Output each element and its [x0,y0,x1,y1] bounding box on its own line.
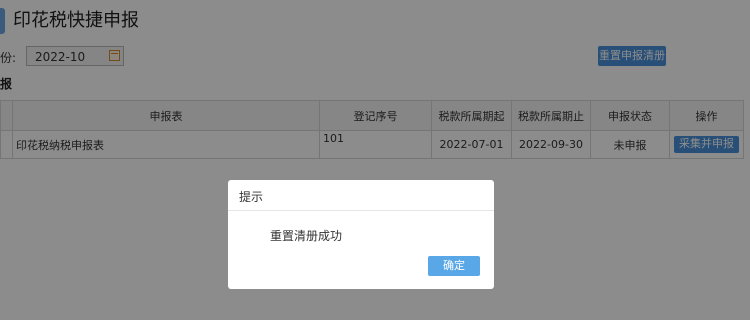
dialog-message: 重置清册成功 [270,229,343,243]
confirm-button[interactable]: 确定 [428,256,480,276]
alert-dialog: 提示 重置清册成功 确定 [228,180,494,289]
dialog-header: 提示 [228,180,494,211]
dialog-title: 提示 [239,190,264,204]
